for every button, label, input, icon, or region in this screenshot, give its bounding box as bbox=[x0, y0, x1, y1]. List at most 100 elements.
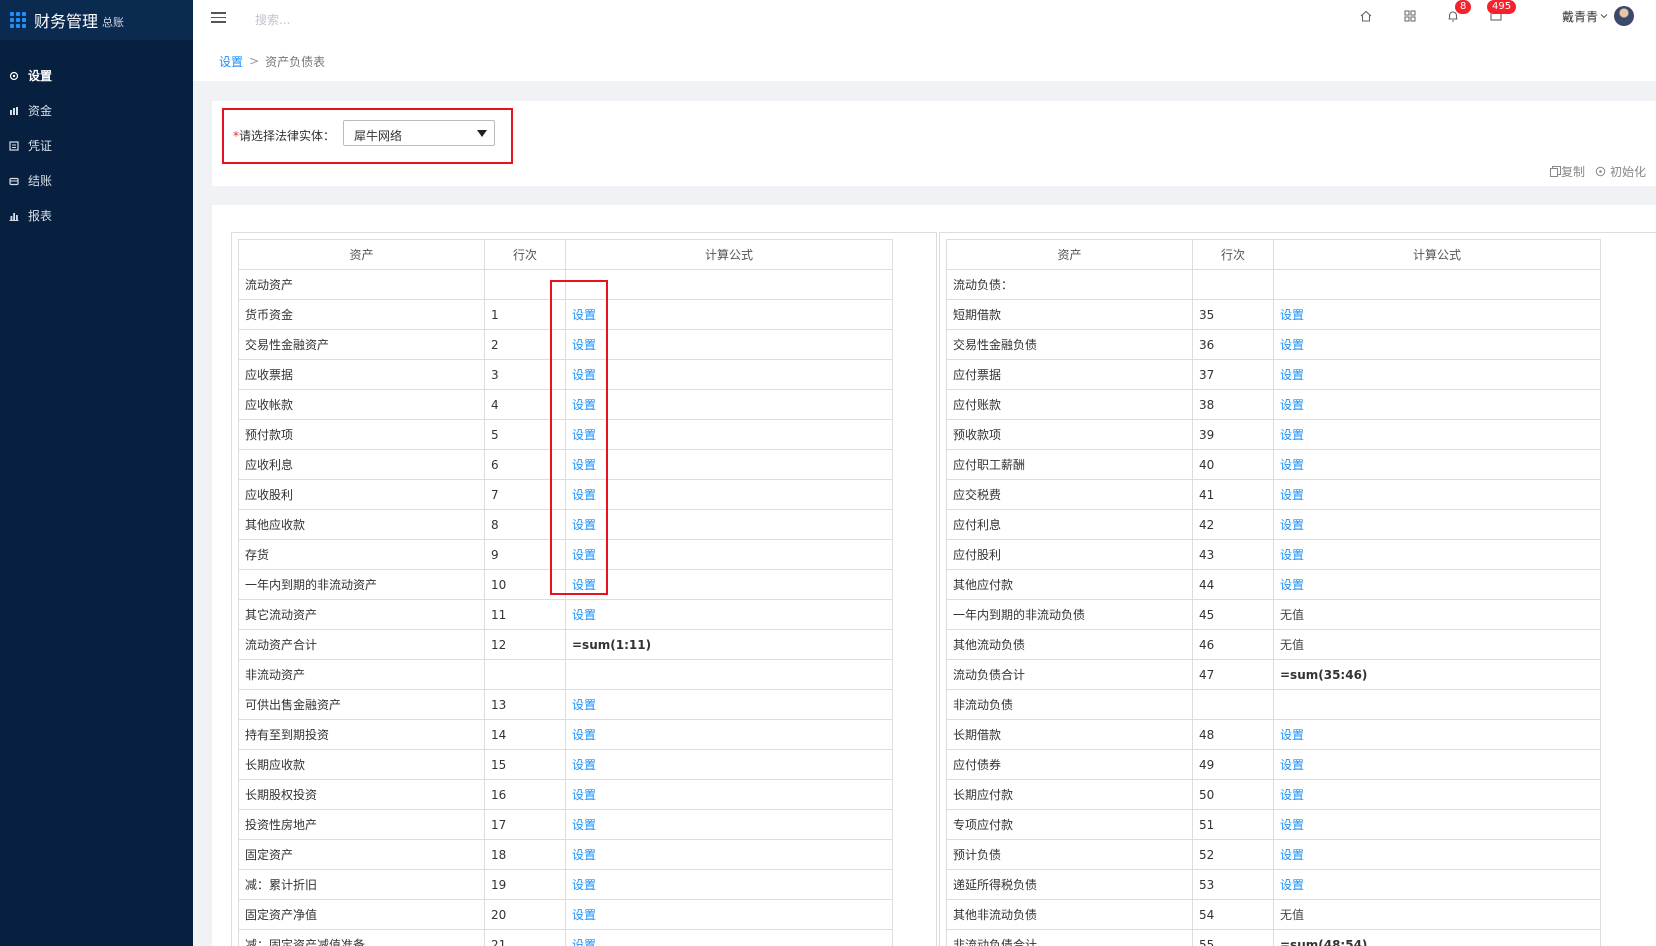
formula-setting-link[interactable]: 设置 bbox=[565, 299, 893, 330]
item-cell: 应付股利 bbox=[946, 539, 1193, 570]
formula-setting-link[interactable]: 设置 bbox=[1273, 329, 1601, 360]
table-row: 可供出售金融资产 13 设置 bbox=[238, 689, 893, 720]
formula-setting-link[interactable]: 设置 bbox=[565, 839, 893, 870]
item-cell: 非流动资产 bbox=[238, 659, 485, 690]
formula-setting-link[interactable]: 设置 bbox=[565, 929, 893, 946]
formula-setting-link[interactable]: 设置 bbox=[1273, 299, 1601, 330]
line-number-cell: 15 bbox=[484, 749, 566, 780]
formula-setting-link[interactable]: 设置 bbox=[565, 899, 893, 930]
formula-setting-link[interactable]: 设置 bbox=[1273, 779, 1601, 810]
line-number-cell: 46 bbox=[1192, 629, 1274, 660]
apps-icon[interactable] bbox=[1403, 9, 1419, 25]
sidebar-item-label: 设置 bbox=[28, 69, 53, 83]
formula-setting-link[interactable]: 设置 bbox=[1273, 749, 1601, 780]
formula-setting-link[interactable]: 设置 bbox=[1273, 509, 1601, 540]
search-input[interactable] bbox=[253, 8, 457, 32]
formula-setting-link[interactable]: 设置 bbox=[565, 389, 893, 420]
item-cell: 应收股利 bbox=[238, 479, 485, 510]
item-cell: 长期股权投资 bbox=[238, 779, 485, 810]
formula-setting-link[interactable]: 设置 bbox=[1273, 449, 1601, 480]
formula-setting-link[interactable]: 设置 bbox=[1273, 389, 1601, 420]
formula-setting-link[interactable]: 设置 bbox=[1273, 479, 1601, 510]
legal-entity-select[interactable]: 犀牛网络 bbox=[343, 120, 495, 146]
sidebar-item-funds[interactable]: 资金 bbox=[0, 93, 193, 128]
user-menu[interactable]: 戴青青 bbox=[1562, 6, 1634, 26]
line-number-cell bbox=[1192, 689, 1274, 720]
legal-entity-label: *请选择法律实体： bbox=[233, 127, 335, 144]
breadcrumb-root-link[interactable]: 设置 bbox=[219, 53, 243, 70]
formula-setting-link[interactable]: 设置 bbox=[565, 779, 893, 810]
sidebar-item-checkout[interactable]: 结账 bbox=[0, 163, 193, 198]
bell-icon[interactable]: 8 bbox=[1446, 0, 1472, 25]
formula-setting-link[interactable]: 设置 bbox=[565, 749, 893, 780]
table-row: 应收帐款 4 设置 bbox=[238, 389, 893, 420]
formula-setting-link[interactable]: 设置 bbox=[565, 689, 893, 720]
breadcrumb-current: 资产负债表 bbox=[265, 54, 326, 69]
line-number-cell: 51 bbox=[1192, 809, 1274, 840]
formula-setting-link[interactable]: 设置 bbox=[565, 569, 893, 600]
formula-setting-link[interactable]: 设置 bbox=[565, 719, 893, 750]
sidebar-item-voucher[interactable]: 凭证 bbox=[0, 128, 193, 163]
notification-badge: 8 bbox=[1455, 0, 1472, 14]
item-cell: 投资性房地产 bbox=[238, 809, 485, 840]
line-number-cell: 17 bbox=[484, 809, 566, 840]
item-cell: 应付利息 bbox=[946, 509, 1193, 540]
menu-toggle-icon[interactable] bbox=[211, 9, 226, 26]
chevron-down-icon bbox=[1600, 9, 1608, 23]
formula-setting-link[interactable]: 设置 bbox=[1273, 359, 1601, 390]
funds-icon bbox=[8, 105, 20, 117]
formula-setting-link[interactable]: 设置 bbox=[565, 329, 893, 360]
item-cell: 其他应收款 bbox=[238, 509, 485, 540]
table-row: 货币资金 1 设置 bbox=[238, 299, 893, 330]
line-number-cell: 1 bbox=[484, 299, 566, 330]
formula-setting-link[interactable]: 设置 bbox=[1273, 569, 1601, 600]
line-number-cell: 53 bbox=[1192, 869, 1274, 900]
formula-setting-link[interactable]: 设置 bbox=[565, 539, 893, 570]
table-row: 应付账款 38 设置 bbox=[946, 389, 1601, 420]
sidebar-item-label: 资金 bbox=[28, 104, 53, 118]
formula-setting-link[interactable]: 设置 bbox=[565, 599, 893, 630]
column-header-item: 资产 bbox=[946, 239, 1193, 270]
table-row: 投资性房地产 17 设置 bbox=[238, 809, 893, 840]
formula-setting-link[interactable]: 设置 bbox=[565, 869, 893, 900]
item-cell: 流动负债： bbox=[946, 269, 1193, 300]
formula-cell bbox=[1273, 689, 1601, 720]
formula-setting-link[interactable]: 设置 bbox=[565, 419, 893, 450]
item-cell: 可供出售金融资产 bbox=[238, 689, 485, 720]
formula-setting-link[interactable]: 设置 bbox=[565, 449, 893, 480]
home-icon[interactable] bbox=[1359, 9, 1375, 25]
legal-entity-label-text: 请选择法律实体： bbox=[239, 129, 336, 143]
item-cell: 非流动负债合计 bbox=[946, 929, 1193, 946]
line-number-cell bbox=[484, 269, 566, 300]
formula-setting-link[interactable]: 设置 bbox=[1273, 539, 1601, 570]
formula-setting-link[interactable]: 设置 bbox=[1273, 869, 1601, 900]
item-cell: 其他流动负债 bbox=[946, 629, 1193, 660]
table-row: 交易性金融负债 36 设置 bbox=[946, 329, 1601, 360]
table-row: 固定资产 18 设置 bbox=[238, 839, 893, 870]
formula-setting-link[interactable]: 设置 bbox=[1273, 419, 1601, 450]
formula-setting-link[interactable]: 设置 bbox=[565, 809, 893, 840]
table-row: 流动资产 bbox=[238, 269, 893, 300]
line-number-cell: 21 bbox=[484, 929, 566, 946]
app-logo[interactable]: 财务管理 总账 bbox=[0, 0, 193, 40]
formula-setting-link[interactable]: 设置 bbox=[565, 509, 893, 540]
formula-cell: 无值 bbox=[1273, 629, 1601, 660]
avatar[interactable] bbox=[1614, 6, 1634, 26]
formula-setting-link[interactable]: 设置 bbox=[565, 479, 893, 510]
sidebar-item-settings[interactable]: 设置 bbox=[0, 58, 193, 93]
formula-setting-link[interactable]: 设置 bbox=[1273, 809, 1601, 840]
formula-setting-link[interactable]: 设置 bbox=[1273, 719, 1601, 750]
formula-cell: 无值 bbox=[1273, 599, 1601, 630]
table-row: 应付职工薪酬 40 设置 bbox=[946, 449, 1601, 480]
item-cell: 交易性金融负债 bbox=[946, 329, 1193, 360]
init-button[interactable]: 初始化 bbox=[1595, 163, 1646, 180]
sidebar-item-reports[interactable]: 报表 bbox=[0, 198, 193, 233]
table-row: 预付款项 5 设置 bbox=[238, 419, 893, 450]
table-row: 其它流动资产 11 设置 bbox=[238, 599, 893, 630]
breadcrumb-separator: > bbox=[249, 54, 260, 68]
message-icon[interactable]: 495 bbox=[1487, 0, 1517, 25]
formula-setting-link[interactable]: 设置 bbox=[1273, 839, 1601, 870]
copy-button[interactable]: 复制 bbox=[1549, 163, 1585, 180]
formula-setting-link[interactable]: 设置 bbox=[565, 359, 893, 390]
table-row: 应收利息 6 设置 bbox=[238, 449, 893, 480]
